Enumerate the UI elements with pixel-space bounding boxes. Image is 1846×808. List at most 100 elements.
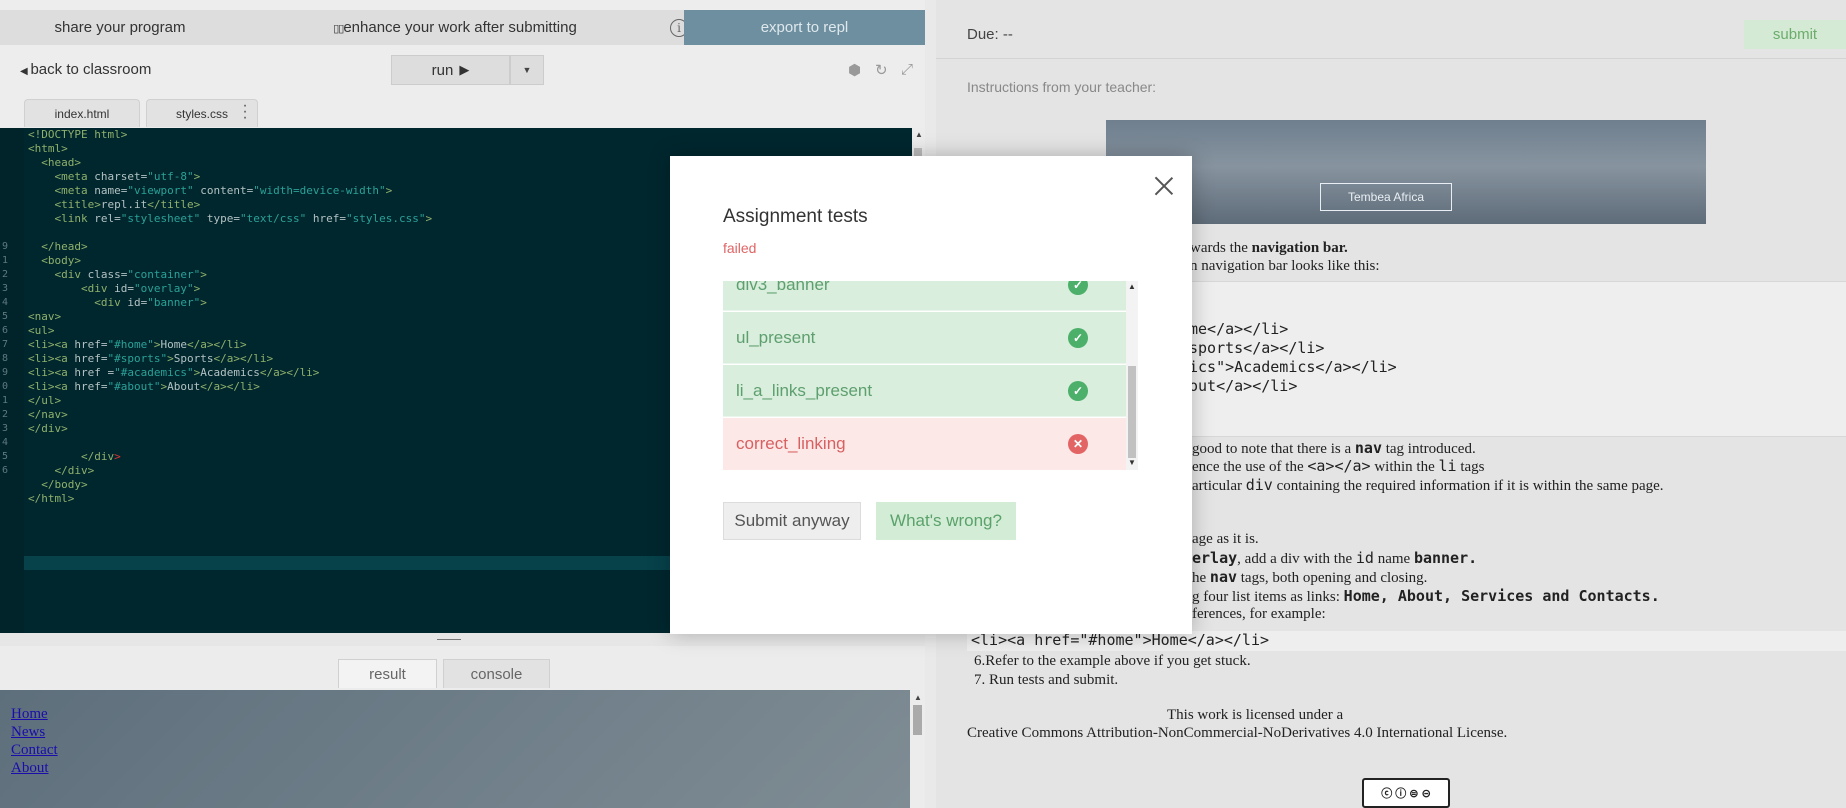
line-number: 5 <box>2 311 9 322</box>
instruction-bold: navigation bar. <box>1251 240 1348 256</box>
instruction-line: age as it is. <box>1192 531 1259 547</box>
instruction-code: li <box>1438 457 1457 475</box>
code-line: me</a></li> <box>1189 320 1289 338</box>
instruction-text: ence the use of the <box>1192 459 1308 475</box>
instruction-line: good to note that there is a nav tag int… <box>1192 439 1476 458</box>
code-line: ics">Academics</a></li> <box>1189 358 1397 376</box>
line-number: 2 <box>2 409 9 420</box>
tab-menu-icon[interactable]: · · · <box>240 98 250 126</box>
instruction-text: within the <box>1370 459 1439 475</box>
instruction-text: , add a div with the <box>1237 551 1356 567</box>
preview-link-about[interactable]: About <box>11 759 58 777</box>
test-status: failed <box>723 240 757 256</box>
scroll-up-icon[interactable]: ▲ <box>915 130 923 139</box>
file-tabs: index.html styles.css · · · <box>0 98 925 127</box>
result-scroll-thumb[interactable] <box>913 705 922 735</box>
test-row: ul_present ✓ <box>723 312 1126 364</box>
instruction-text: tags <box>1456 459 1485 475</box>
tab-result[interactable]: result <box>338 659 437 688</box>
example-code-line: <li><a href="#home">Home</a></li> <box>967 631 1846 651</box>
scroll-up-icon[interactable]: ▲ <box>1128 282 1136 291</box>
close-icon[interactable] <box>1153 176 1175 198</box>
export-to-repl-button[interactable]: export to repl <box>684 10 925 45</box>
submit-button[interactable]: submit <box>1744 20 1846 49</box>
code-block-lines: me</a></li> sports</a></li> ics">Academi… <box>1189 320 1397 396</box>
line-number: 9 <box>2 241 9 252</box>
run-options-dropdown[interactable]: ▼ <box>510 55 544 85</box>
line-number: 8 <box>2 353 9 364</box>
instruction-code: erlay <box>1192 549 1238 567</box>
preview-link-home[interactable]: Home <box>11 705 58 723</box>
instruction-line: articular div containing the required in… <box>1192 476 1664 495</box>
instruction-line: erlay, add a div with the id name banner… <box>1192 549 1477 568</box>
instruction-bold: banner. <box>1413 549 1478 567</box>
instruction-line: n navigation bar looks like this: <box>1190 258 1380 274</box>
enhance-text: enhance your work after submitting <box>343 19 577 36</box>
test-name: div3_banner <box>736 281 830 294</box>
line-number: 7 <box>2 339 9 350</box>
code-line: sports</a></li> <box>1189 339 1325 357</box>
license-link[interactable]: Creative Commons Attribution-NonCommerci… <box>967 725 1507 742</box>
modal-title: Assignment tests <box>723 206 868 227</box>
line-number: 1 <box>2 395 9 406</box>
header-divider <box>936 58 1846 59</box>
line-number: 1 <box>2 255 9 266</box>
scroll-up-icon[interactable]: ▲ <box>914 693 922 702</box>
tab-index-html[interactable]: index.html <box>24 99 140 127</box>
output-tabs: result console <box>0 646 925 690</box>
instructions-heading: Instructions from your teacher: <box>967 79 1157 95</box>
broken-glyph-icon: ▯▯ <box>333 23 344 35</box>
expand-icon[interactable]: ⤢ <box>901 61 913 78</box>
code-line: out</a></li> <box>1189 377 1298 395</box>
cc-by-nc-nd-badge[interactable]: ⓒ ⓘ ⊜ ⊝ <box>1362 778 1450 808</box>
instruction-line: g four list items as links: Home, About,… <box>1192 587 1660 606</box>
share-program-link[interactable]: share your program <box>0 19 240 36</box>
instruction-text: tags, both opening and closing. <box>1237 570 1428 586</box>
instruction-text: name <box>1373 551 1414 567</box>
instruction-code: <a></a> <box>1307 457 1371 475</box>
chevron-down-icon: ▼ <box>522 65 532 75</box>
back-to-classroom-link[interactable]: ◀ back to classroom <box>20 61 151 78</box>
enhance-work-label: ▯▯enhance your work after submitting <box>240 19 670 36</box>
package-icon[interactable]: ⬢ <box>848 61 861 79</box>
result-scrollbar[interactable]: ▲ <box>910 690 925 808</box>
instruction-text: tag introduced. <box>1381 441 1476 457</box>
app-root: share your program ▯▯enhance your work a… <box>0 0 1846 808</box>
submit-anyway-button[interactable]: Submit anyway <box>723 502 861 540</box>
run-button[interactable]: run ▶ <box>391 55 510 85</box>
instruction-text: g four list items as links: <box>1192 589 1344 605</box>
test-row: correct_linking ✕ <box>723 418 1126 470</box>
test-name: ul_present <box>736 327 816 347</box>
banner-image: Tembea Africa <box>1106 120 1706 224</box>
banner-title: Tembea Africa <box>1320 183 1452 211</box>
scroll-down-icon[interactable]: ▼ <box>1128 458 1136 467</box>
refresh-icon[interactable]: ↻ <box>875 61 888 79</box>
preview-link-news[interactable]: News <box>11 723 58 741</box>
instruction-text: articular <box>1192 478 1246 494</box>
preview-link-contact[interactable]: Contact <box>11 741 58 759</box>
pane-resizer[interactable] <box>0 633 925 646</box>
check-icon: ✓ <box>1068 328 1088 348</box>
instruction-text: he <box>1192 570 1210 586</box>
test-results-list[interactable]: div3_banner ✓ ul_present ✓ li_a_links_pr… <box>723 281 1126 470</box>
check-icon: ✓ <box>1068 381 1088 401</box>
line-number: 6 <box>2 465 9 476</box>
resize-grip[interactable] <box>437 639 461 640</box>
instruction-bold: Home, About, Services and Contacts. <box>1343 587 1660 605</box>
tests-scroll-thumb[interactable] <box>1128 366 1136 458</box>
code-content[interactable]: <!DOCTYPE html> <html> <head> <meta char… <box>28 128 432 506</box>
tab-console[interactable]: console <box>443 659 550 688</box>
instruction-text: containing the required information if i… <box>1272 478 1664 494</box>
instruction-code: id <box>1355 549 1374 567</box>
result-preview: Home News Contact About <box>0 690 910 808</box>
tests-scrollbar[interactable]: ▲ ▼ <box>1126 281 1138 470</box>
preview-nav-links: Home News Contact About <box>11 705 58 777</box>
instruction-text: good to note that there is a <box>1192 441 1355 457</box>
line-number: 9 <box>2 367 9 378</box>
test-row: div3_banner ✓ <box>723 281 1126 311</box>
top-bar: share your program ▯▯enhance your work a… <box>0 10 925 45</box>
line-number: 0 <box>2 381 9 392</box>
whats-wrong-button[interactable]: What's wrong? <box>876 502 1016 540</box>
license-line-1: This work is licensed under a <box>1167 707 1344 723</box>
step-7: 7. Run tests and submit. <box>974 672 1119 688</box>
